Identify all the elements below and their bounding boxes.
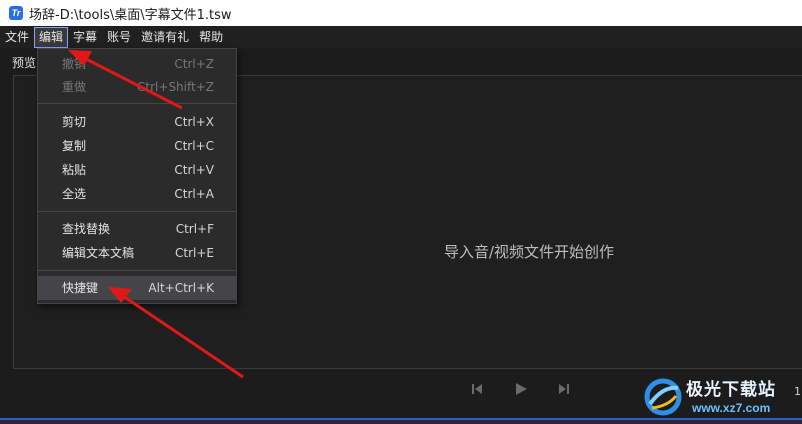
menu-separator: [38, 211, 236, 212]
menu-item-select-all[interactable]: 全选 Ctrl+A: [38, 182, 236, 206]
menu-separator: [38, 270, 236, 271]
play-control: [514, 382, 528, 396]
menu-item-shortcut: Ctrl+A: [174, 187, 214, 201]
menu-item-copy[interactable]: 复制 Ctrl+C: [38, 134, 236, 158]
watermark-name: 极光下载站: [686, 380, 776, 400]
menu-edit[interactable]: 编辑: [34, 27, 69, 48]
menu-item-shortcut: Ctrl+Shift+Z: [137, 80, 214, 94]
menu-bar: 文件 编辑 字幕 账号 邀请有礼 帮助: [0, 27, 802, 48]
watermark-url: www.xz7.com: [692, 401, 771, 415]
menu-item-shortcut: Ctrl+C: [174, 139, 214, 153]
menu-subtitle[interactable]: 字幕: [68, 27, 102, 48]
status-bar: [0, 420, 802, 424]
menu-item-label: 复制: [62, 139, 87, 153]
menu-item-shortcut: Ctrl+X: [174, 115, 214, 129]
menu-item-paste[interactable]: 粘贴 Ctrl+V: [38, 158, 236, 182]
menu-item-shortcut: Alt+Ctrl+K: [148, 281, 214, 295]
app-logo-icon: Tr: [9, 6, 23, 20]
menu-item-redo[interactable]: 重做 Ctrl+Shift+Z: [38, 75, 236, 99]
play-icon[interactable]: [514, 382, 528, 396]
watermark-logo-icon: [644, 378, 682, 416]
menu-invite[interactable]: 邀请有礼: [136, 27, 194, 48]
playback-controls: [470, 382, 484, 396]
menu-item-undo[interactable]: 撤销 Ctrl+Z: [38, 52, 236, 76]
title-bar: Tr 场辞-D:\tools\桌面\字幕文件1.tsw: [0, 0, 802, 26]
menu-item-label: 重做: [62, 80, 87, 94]
menu-file[interactable]: 文件: [0, 27, 34, 48]
menu-help[interactable]: 帮助: [194, 27, 228, 48]
menu-account[interactable]: 账号: [102, 27, 136, 48]
menu-item-shortcut: Ctrl+F: [175, 222, 214, 236]
menu-item-label: 快捷键: [62, 281, 99, 295]
menu-item-label: 撤销: [62, 57, 87, 71]
previous-icon[interactable]: [470, 382, 484, 396]
menu-item-cut[interactable]: 剪切 Ctrl+X: [38, 110, 236, 134]
next-icon[interactable]: [557, 382, 571, 396]
next-control: [557, 382, 571, 396]
menu-item-shortcut: Ctrl+E: [175, 246, 214, 260]
menu-item-shortcut: Ctrl+Z: [174, 57, 214, 71]
menu-item-find-replace[interactable]: 查找替换 Ctrl+F: [38, 217, 236, 241]
edit-menu-dropdown: 撤销 Ctrl+Z 重做 Ctrl+Shift+Z 剪切 Ctrl+X 复制 C…: [37, 48, 237, 304]
menu-item-shortcuts[interactable]: 快捷键 Alt+Ctrl+K: [38, 276, 236, 300]
menu-item-label: 全选: [62, 187, 87, 201]
menu-item-edit-transcript[interactable]: 编辑文本文稿 Ctrl+E: [38, 241, 236, 265]
menu-item-label: 编辑文本文稿: [62, 246, 135, 260]
import-hint[interactable]: 导入音/视频文件开始创作: [444, 241, 614, 262]
window-title: 场辞-D:\tools\桌面\字幕文件1.tsw: [29, 7, 232, 23]
watermark: 极光下载站 www.xz7.com: [642, 374, 802, 420]
menu-item-label: 查找替换: [62, 222, 111, 236]
menu-separator: [38, 103, 236, 104]
menu-item-label: 粘贴: [62, 163, 87, 177]
menu-item-shortcut: Ctrl+V: [174, 163, 214, 177]
menu-item-label: 剪切: [62, 115, 87, 129]
